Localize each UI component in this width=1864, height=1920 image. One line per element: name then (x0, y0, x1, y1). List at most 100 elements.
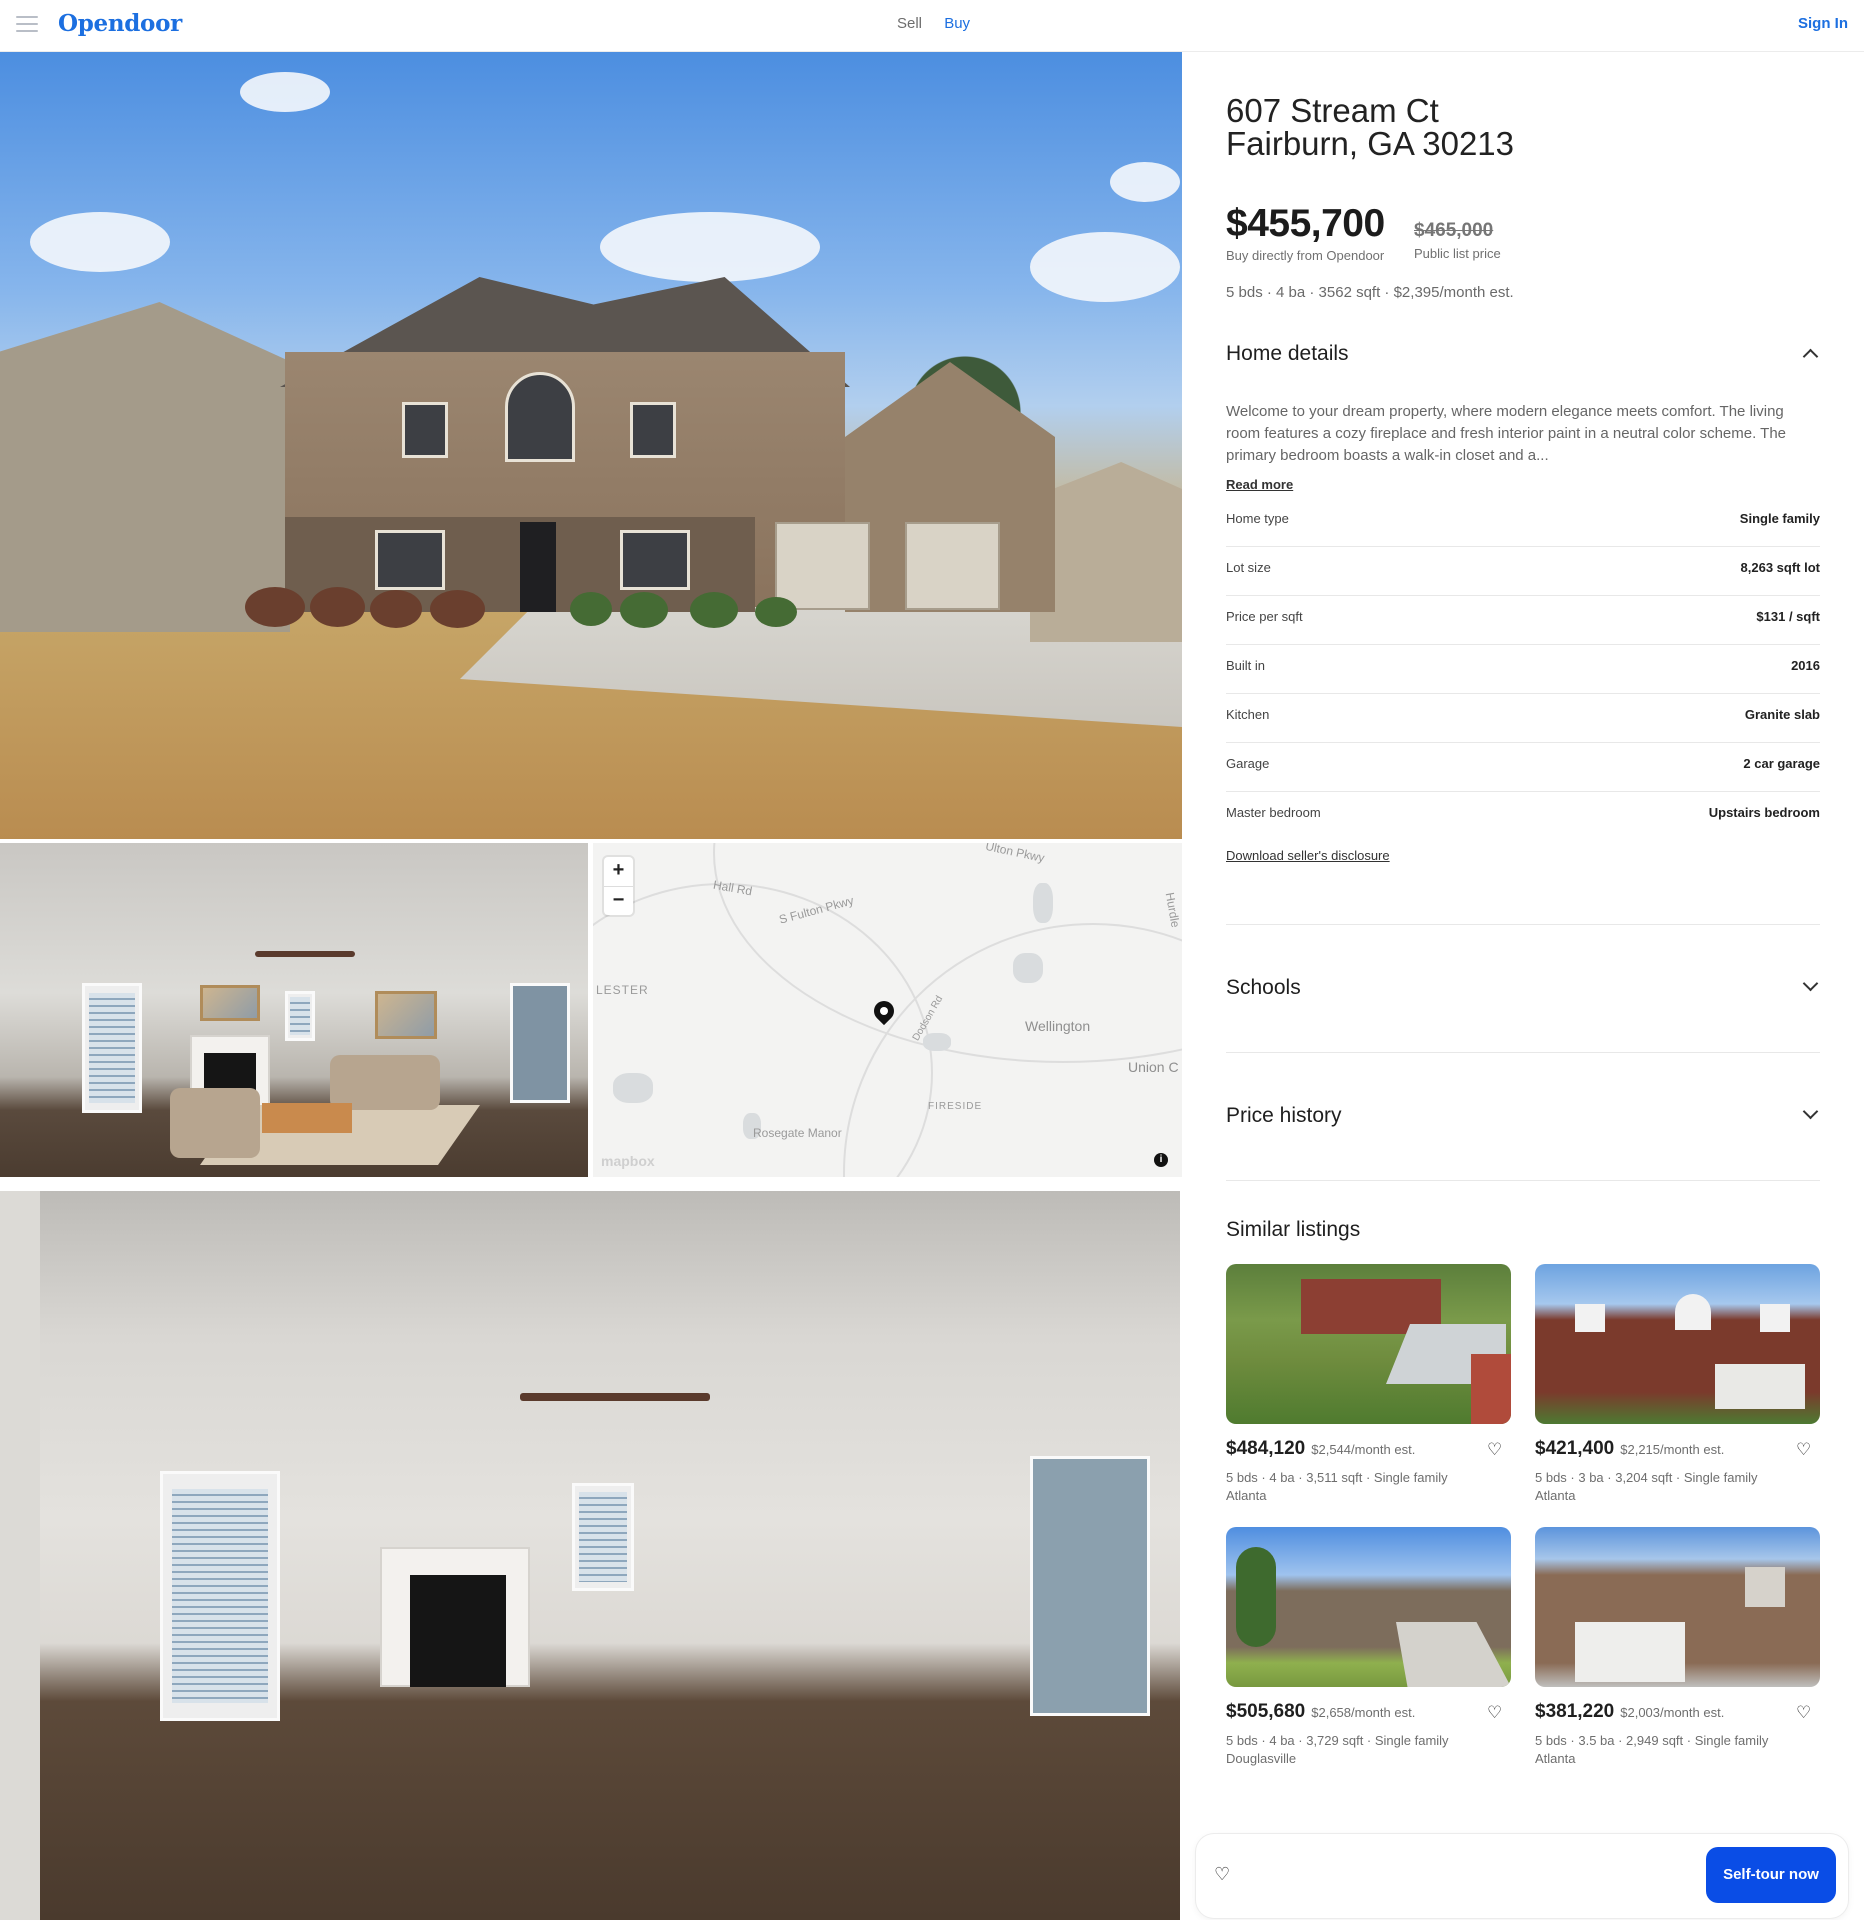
detail-value: 2 car garage (1743, 756, 1820, 771)
shrub (690, 592, 738, 628)
listing-address: 607 Stream Ct Fairburn, GA 30213 (1226, 94, 1514, 160)
heart-icon[interactable]: ♡ (1796, 1441, 1812, 1458)
map-lake (1033, 883, 1053, 923)
window (285, 991, 315, 1041)
main-exterior-photo[interactable] (0, 52, 1182, 839)
nav-sell-link[interactable]: Sell (897, 15, 922, 32)
front-door (520, 522, 556, 612)
address-line-2: Fairburn, GA 30213 (1226, 125, 1515, 162)
zoom-in-button[interactable]: + (604, 857, 633, 886)
window (1575, 1304, 1605, 1332)
detail-key: Master bedroom (1226, 805, 1321, 820)
listing-thumbnail[interactable] (1535, 1264, 1820, 1424)
detail-row-home-type: Home type Single family (1226, 498, 1820, 547)
listing-city: Douglasville (1226, 1751, 1297, 1766)
cloud (240, 72, 330, 112)
similar-listing-card[interactable]: $381,220 $2,003/month est. ♡ 5 bds · 3.5 … (1535, 1527, 1820, 1766)
seller-disclosure-link[interactable]: Download seller's disclosure (1226, 848, 1390, 863)
listing-thumbnail[interactable] (1226, 1527, 1511, 1687)
shrub (430, 590, 485, 628)
schools-header[interactable]: Schools (1226, 975, 1820, 1000)
fireplace (380, 1547, 530, 1687)
detail-key: Built in (1226, 658, 1266, 673)
divider (1226, 1052, 1820, 1053)
garage-door (1715, 1364, 1805, 1409)
home-details-header[interactable]: Home details (1226, 342, 1820, 366)
garage-door (905, 522, 1000, 610)
mapbox-attribution[interactable]: mapbox (601, 1153, 655, 1169)
tree (1236, 1547, 1276, 1647)
map-lake (1013, 953, 1043, 983)
doorway (510, 983, 570, 1103)
map-label: Rosegate Manor (753, 1126, 842, 1140)
doorway (1030, 1456, 1150, 1716)
sign-in-link[interactable]: Sign In (1798, 15, 1848, 32)
shrub (310, 587, 365, 627)
listing-thumbnail[interactable] (1226, 1264, 1511, 1424)
cloud (1030, 232, 1180, 302)
listing-monthly: $2,658/month est. (1311, 1705, 1416, 1720)
map-zoom-control: + − (604, 857, 633, 915)
schools-title: Schools (1226, 976, 1301, 999)
patio-door (82, 983, 142, 1113)
driveway (1396, 1622, 1511, 1687)
divider (1226, 1180, 1820, 1181)
heart-icon[interactable]: ♡ (1487, 1441, 1503, 1458)
detail-key: Lot size (1226, 560, 1271, 575)
window (375, 530, 445, 590)
detail-value: $131 / sqft (1756, 609, 1820, 624)
neighbor-house (0, 302, 290, 632)
wall-art (375, 991, 437, 1039)
opendoor-logo[interactable]: Opendoor (58, 10, 182, 37)
similar-listings-title: Similar listings (1226, 1218, 1361, 1241)
info-icon[interactable]: i (1154, 1153, 1168, 1167)
listing-price-row: $505,680 $2,658/month est. (1226, 1701, 1415, 1723)
similar-listing-card[interactable]: $421,400 $2,215/month est. ♡ 5 bds · 3 ba… (1535, 1264, 1820, 1503)
detail-value: Single family (1739, 511, 1820, 526)
detail-value: Granite slab (1744, 707, 1820, 722)
self-tour-button[interactable]: Self-tour now (1706, 1847, 1836, 1903)
similar-listing-card[interactable]: $484,120 $2,544/month est. ♡ 5 bds · 4 ba… (1226, 1264, 1511, 1503)
opendoor-price-note: Buy directly from Opendoor (1226, 248, 1385, 263)
wall-trim (0, 1191, 40, 1920)
listing-price-row: $484,120 $2,544/month est. (1226, 1438, 1415, 1460)
window (1675, 1294, 1711, 1330)
detail-row-kitchen: Kitchen Granite slab (1226, 694, 1820, 743)
listing-thumbnail[interactable] (1535, 1527, 1820, 1687)
window (1760, 1304, 1790, 1332)
map-label: FIRESIDE (928, 1101, 983, 1112)
cloud (600, 212, 820, 282)
read-more-link[interactable]: Read more (1226, 477, 1293, 492)
interior-photo[interactable] (0, 1191, 1180, 1920)
heart-icon[interactable]: ♡ (1214, 1864, 1230, 1885)
listing-monthly: $2,544/month est. (1311, 1442, 1416, 1457)
detail-row-garage: Garage 2 car garage (1226, 743, 1820, 792)
listing-city: Atlanta (1226, 1488, 1267, 1503)
detail-value: Upstairs bedroom (1708, 805, 1820, 820)
shrub (245, 587, 305, 627)
hamburger-icon[interactable] (16, 16, 38, 34)
opendoor-price: $455,700 (1226, 202, 1385, 245)
nav-buy-link[interactable]: Buy (944, 15, 970, 32)
price-block: $455,700 Buy directly from Opendoor (1226, 202, 1385, 263)
living-room-photo[interactable] (0, 843, 588, 1177)
wall-art (200, 985, 260, 1021)
detail-key: Kitchen (1226, 707, 1270, 722)
heart-icon[interactable]: ♡ (1796, 1704, 1812, 1721)
listing-specs: 5 bds · 3 ba · 3,204 sqft · Single famil… (1535, 1470, 1758, 1485)
price-history-header[interactable]: Price history (1226, 1103, 1820, 1128)
detail-row-master-bedroom: Master bedroom Upstairs bedroom (1226, 792, 1820, 841)
listing-specs: 5 bds · 3.5 ba · 2,949 sqft · Single fam… (1535, 1733, 1769, 1748)
listing-price-row: $381,220 $2,003/month est. (1535, 1701, 1724, 1723)
list-price-block: $465,000 Public list price (1414, 220, 1501, 261)
similar-listing-card[interactable]: $505,680 $2,658/month est. ♡ 5 bds · 4 ba… (1226, 1527, 1511, 1766)
armchair (170, 1088, 260, 1158)
shrub (570, 592, 612, 626)
coffee-table (262, 1103, 352, 1133)
location-map[interactable]: Hall Rd S Fulton Pkwy Ulton Pkwy Hurdle … (593, 843, 1182, 1177)
listing-city: Atlanta (1535, 1488, 1576, 1503)
zoom-out-button[interactable]: − (604, 886, 633, 915)
heart-icon[interactable]: ♡ (1487, 1704, 1503, 1721)
listing-price: $484,120 (1226, 1438, 1306, 1459)
listing-city: Atlanta (1535, 1751, 1576, 1766)
